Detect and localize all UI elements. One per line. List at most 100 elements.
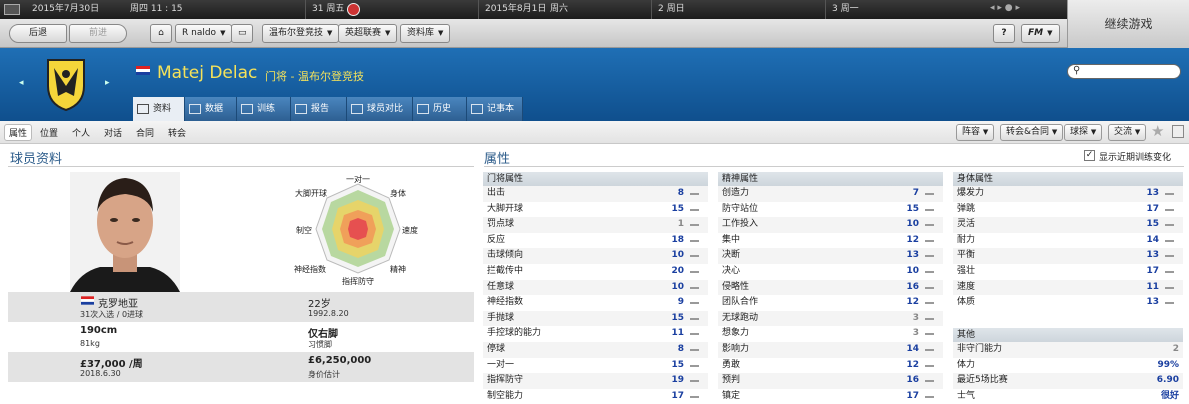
player-position-club[interactable]: 门将 - 温布尔登竞技 <box>265 68 364 84</box>
tab-label: 数据 <box>205 104 224 114</box>
attribute-row[interactable]: 影响力 14 <box>718 342 943 358</box>
back-button[interactable]: 后退 <box>9 24 67 43</box>
tab-history[interactable]: 历史 <box>413 97 467 121</box>
attribute-name: 罚点球 <box>487 219 515 230</box>
attribute-row[interactable]: 一对一 15 <box>483 357 708 374</box>
subtab-talk[interactable]: 对话 <box>104 126 122 139</box>
attribute-row[interactable]: 非守门能力 2 <box>953 342 1183 358</box>
tab-label: 训练 <box>257 104 276 114</box>
star-icon[interactable]: ★ <box>1151 122 1164 140</box>
trend-dash-icon <box>925 364 934 367</box>
attribute-row[interactable]: 士气 很好 <box>953 388 1183 404</box>
attribute-row[interactable]: 预判 16 <box>718 373 943 389</box>
subtab-transfer[interactable]: 转会 <box>168 126 186 139</box>
attribute-row[interactable]: 神经指数 9 <box>483 295 708 311</box>
show-training-checkbox[interactable]: ✓ <box>1084 150 1095 161</box>
attribute-row[interactable]: 反应 18 <box>483 232 708 249</box>
attribute-row[interactable]: 最近5场比赛 6.90 <box>953 373 1183 389</box>
tab-label: 报告 <box>311 104 330 114</box>
gk-header: 门将属性 <box>483 172 708 186</box>
scout-button[interactable]: 球探 ▼ <box>1064 124 1103 141</box>
attribute-row[interactable]: 强壮 17 <box>953 264 1183 280</box>
attribute-row[interactable]: 耐力 14 <box>953 232 1183 249</box>
squad-button[interactable]: 阵容 ▼ <box>956 124 995 141</box>
attribute-row[interactable]: 勇敢 12 <box>718 357 943 374</box>
attribute-row[interactable]: 任意球 10 <box>483 279 708 296</box>
trend-dash-icon <box>690 317 699 320</box>
attribute-name: 强壮 <box>957 266 976 276</box>
inbox-button[interactable]: ▭ <box>231 24 253 43</box>
attribute-row[interactable]: 指挥防守 19 <box>483 373 708 389</box>
attribute-row[interactable]: 拦截传中 20 <box>483 264 708 280</box>
attribute-row[interactable]: 弹跳 17 <box>953 201 1183 218</box>
player-menu[interactable]: R naldo ▼ <box>175 24 233 43</box>
nationality[interactable]: 克罗地亚 <box>98 295 138 310</box>
attribute-row[interactable]: 工作投入 10 <box>718 217 943 233</box>
tab-stats[interactable]: 数据 <box>185 97 237 121</box>
forward-button[interactable]: 前进 <box>69 24 127 43</box>
attribute-row[interactable]: 决断 13 <box>718 248 943 264</box>
attribute-row[interactable]: 体力 99% <box>953 357 1183 374</box>
tab-compare[interactable]: 球员对比 <box>347 97 413 121</box>
attribute-row[interactable]: 出击 8 <box>483 186 708 202</box>
menu-icon[interactable] <box>4 4 20 15</box>
attribute-row[interactable]: 制空能力 17 <box>483 388 708 404</box>
subtab-attributes[interactable]: 属性 <box>4 124 33 141</box>
attribute-row[interactable]: 灵活 15 <box>953 217 1183 233</box>
attribute-row[interactable]: 罚点球 1 <box>483 217 708 233</box>
date-seg-31[interactable]: 31 周五 <box>305 0 344 19</box>
attribute-row[interactable]: 大脚开球 15 <box>483 201 708 218</box>
attribute-radar: 一对一 身体 速度 精神 指挥防守 神经指数 制空 大脚开球 <box>286 172 426 287</box>
attribute-row[interactable]: 想象力 3 <box>718 326 943 342</box>
database-menu[interactable]: 资料库 ▼ <box>400 24 451 43</box>
date-seg-3[interactable]: 3 周一 <box>825 0 859 19</box>
home-button[interactable]: ⌂ <box>150 24 172 43</box>
attribute-row[interactable]: 手抛球 15 <box>483 310 708 327</box>
attribute-row[interactable]: 速度 11 <box>953 279 1183 296</box>
attribute-row[interactable]: 停球 8 <box>483 342 708 358</box>
attribute-value: 17 <box>1146 203 1159 214</box>
attribute-row[interactable]: 决心 10 <box>718 264 943 280</box>
tab-profile[interactable]: 资料 <box>133 97 185 121</box>
subtab-personal[interactable]: 个人 <box>72 126 90 139</box>
attribute-row[interactable]: 集中 12 <box>718 232 943 249</box>
interact-button[interactable]: 交流 ▼ <box>1108 124 1147 141</box>
league-menu[interactable]: 英超联赛 ▼ <box>338 24 398 43</box>
fm-logo: FM <box>1028 28 1044 38</box>
continue-button[interactable]: 继续游戏 <box>1067 0 1189 48</box>
attribute-row[interactable]: 创造力 7 <box>718 186 943 202</box>
attribute-name: 爆发力 <box>957 188 985 198</box>
attribute-row[interactable]: 手控球的能力 11 <box>483 326 708 342</box>
next-player-icon[interactable]: ▸ <box>105 78 110 88</box>
attribute-row[interactable]: 击球倾向 10 <box>483 248 708 264</box>
attribute-row[interactable]: 防守站位 15 <box>718 201 943 218</box>
attribute-value: 15 <box>1146 219 1159 230</box>
attribute-row[interactable]: 无球跑动 3 <box>718 310 943 327</box>
attribute-row[interactable]: 镇定 17 <box>718 388 943 404</box>
subtab-contract[interactable]: 合同 <box>136 126 154 139</box>
date-seg-aug1[interactable]: 2015年8月1日 <box>478 0 546 19</box>
fm-menu[interactable]: FM ▼ <box>1021 24 1060 43</box>
attribute-value: 15 <box>906 203 919 214</box>
attribute-row[interactable]: 平衡 13 <box>953 248 1183 264</box>
attribute-row[interactable]: 体质 13 <box>953 295 1183 311</box>
tab-training[interactable]: 训练 <box>237 97 291 121</box>
tab-notes[interactable]: 记事本 <box>467 97 523 121</box>
options-icon[interactable] <box>1172 125 1184 138</box>
attribute-row[interactable]: 爆发力 13 <box>953 186 1183 202</box>
attribute-row[interactable]: 侵略性 16 <box>718 279 943 296</box>
date-nav-arrows-icon[interactable]: ◂ ▸ ● ▸ <box>990 3 1020 13</box>
transfer-contract-button[interactable]: 转会&合同 ▼ <box>1000 124 1064 141</box>
help-button[interactable]: ? <box>993 24 1015 43</box>
prev-player-icon[interactable]: ◂ <box>19 78 24 88</box>
mental-header: 精神属性 <box>718 172 943 186</box>
chevron-down-icon: ▼ <box>220 29 226 37</box>
club-menu[interactable]: 温布尔登竞技 ▼ <box>262 24 340 43</box>
date-seg-2[interactable]: 2 周日 <box>651 0 685 19</box>
attribute-row[interactable]: 团队合作 12 <box>718 295 943 311</box>
search-input[interactable]: ⚲ <box>1067 64 1181 79</box>
tab-report[interactable]: 报告 <box>291 97 347 121</box>
subtab-positions[interactable]: 位置 <box>40 126 58 139</box>
radar-label-top: 一对一 <box>346 175 370 184</box>
other-header: 其他 <box>953 328 1183 342</box>
